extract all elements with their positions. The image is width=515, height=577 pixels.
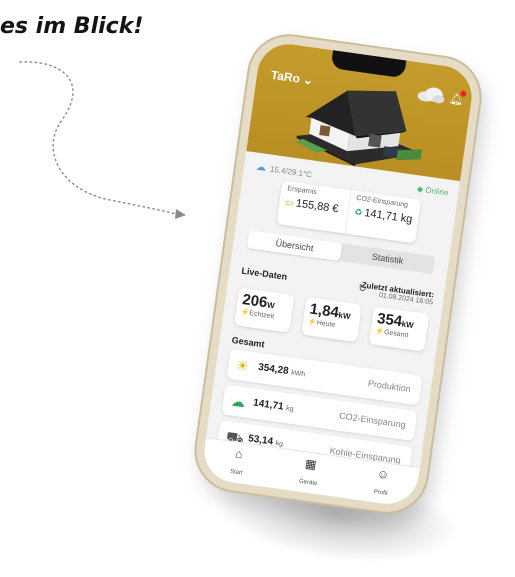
nav-label: Start <box>229 468 243 477</box>
row-unit: kWh <box>290 369 306 379</box>
wallet-icon: ▭ <box>284 197 295 209</box>
live-label: Heute <box>316 319 336 330</box>
online-status: ◆ Online <box>417 184 449 197</box>
leaf-icon: ♻ <box>353 206 364 218</box>
live-unit: kW <box>401 319 415 330</box>
sun-icon: ☀ <box>235 356 250 375</box>
savings-value-line: ▭155,88 € <box>285 196 343 216</box>
row-value-line: 354,28 kWh <box>257 362 305 379</box>
home-icon: ⌂ <box>234 446 244 462</box>
devices-icon: ▦ <box>304 456 318 472</box>
cloud-leaf-icon: ☁ <box>230 392 247 411</box>
row-value-line: 141,71 kg <box>252 398 294 415</box>
tab-overview[interactable]: Übersicht <box>246 230 343 262</box>
live-label: Gesamt <box>383 329 409 340</box>
nav-label: Profil <box>373 489 388 497</box>
weather-icon: ☁ <box>255 161 267 174</box>
row-value: 141,71 <box>252 397 285 413</box>
status-text: Online <box>424 185 449 198</box>
row-value: 354,28 <box>257 361 290 378</box>
nav-profile[interactable]: ☺ Profil <box>373 466 391 500</box>
weather-info: ☁ 15.4/29.1°C <box>255 162 312 181</box>
profile-icon: ☺ <box>376 466 391 483</box>
row-name: Produktion <box>367 378 412 395</box>
nav-start[interactable]: ⌂ Start <box>229 446 246 479</box>
live-card-today: 1,84kW ⚡Heute <box>301 296 362 343</box>
live-unit: W <box>266 300 276 311</box>
live-card-total: 354kW ⚡Gesamt <box>368 306 430 352</box>
total-title: Gesamt <box>231 334 266 350</box>
live-data-title: Live-Daten <box>240 265 288 282</box>
row-name: CO2-Einsparung <box>338 410 407 430</box>
weather-temperature: 15.4/29.1°C <box>269 164 313 180</box>
co2-column: CO2-Einsparung ♻141,71 kg <box>344 189 422 244</box>
savings-summary-card: Ersparnis ▭155,88 € CO2-Einsparung ♻141,… <box>276 180 422 244</box>
savings-column: Ersparnis ▭155,88 € <box>276 180 350 233</box>
tab-statistics[interactable]: Statistik <box>340 243 436 274</box>
live-unit: kW <box>337 310 352 322</box>
co2-value-line: ♻141,71 kg <box>353 206 414 226</box>
live-label: Echtzeit <box>248 310 275 321</box>
savings-value: 155,88 € <box>295 197 340 216</box>
nav-label: Geräte <box>298 478 318 488</box>
last-updated: Zuletzt aktualisiert: 01.08.2024 16:05 <box>360 280 434 306</box>
co2-value: 141,71 kg <box>363 207 414 226</box>
live-card-realtime: 206W ⚡Echtzeit <box>233 287 295 333</box>
nav-devices[interactable]: ▦ Geräte <box>298 456 321 490</box>
row-unit: kg <box>285 405 294 414</box>
